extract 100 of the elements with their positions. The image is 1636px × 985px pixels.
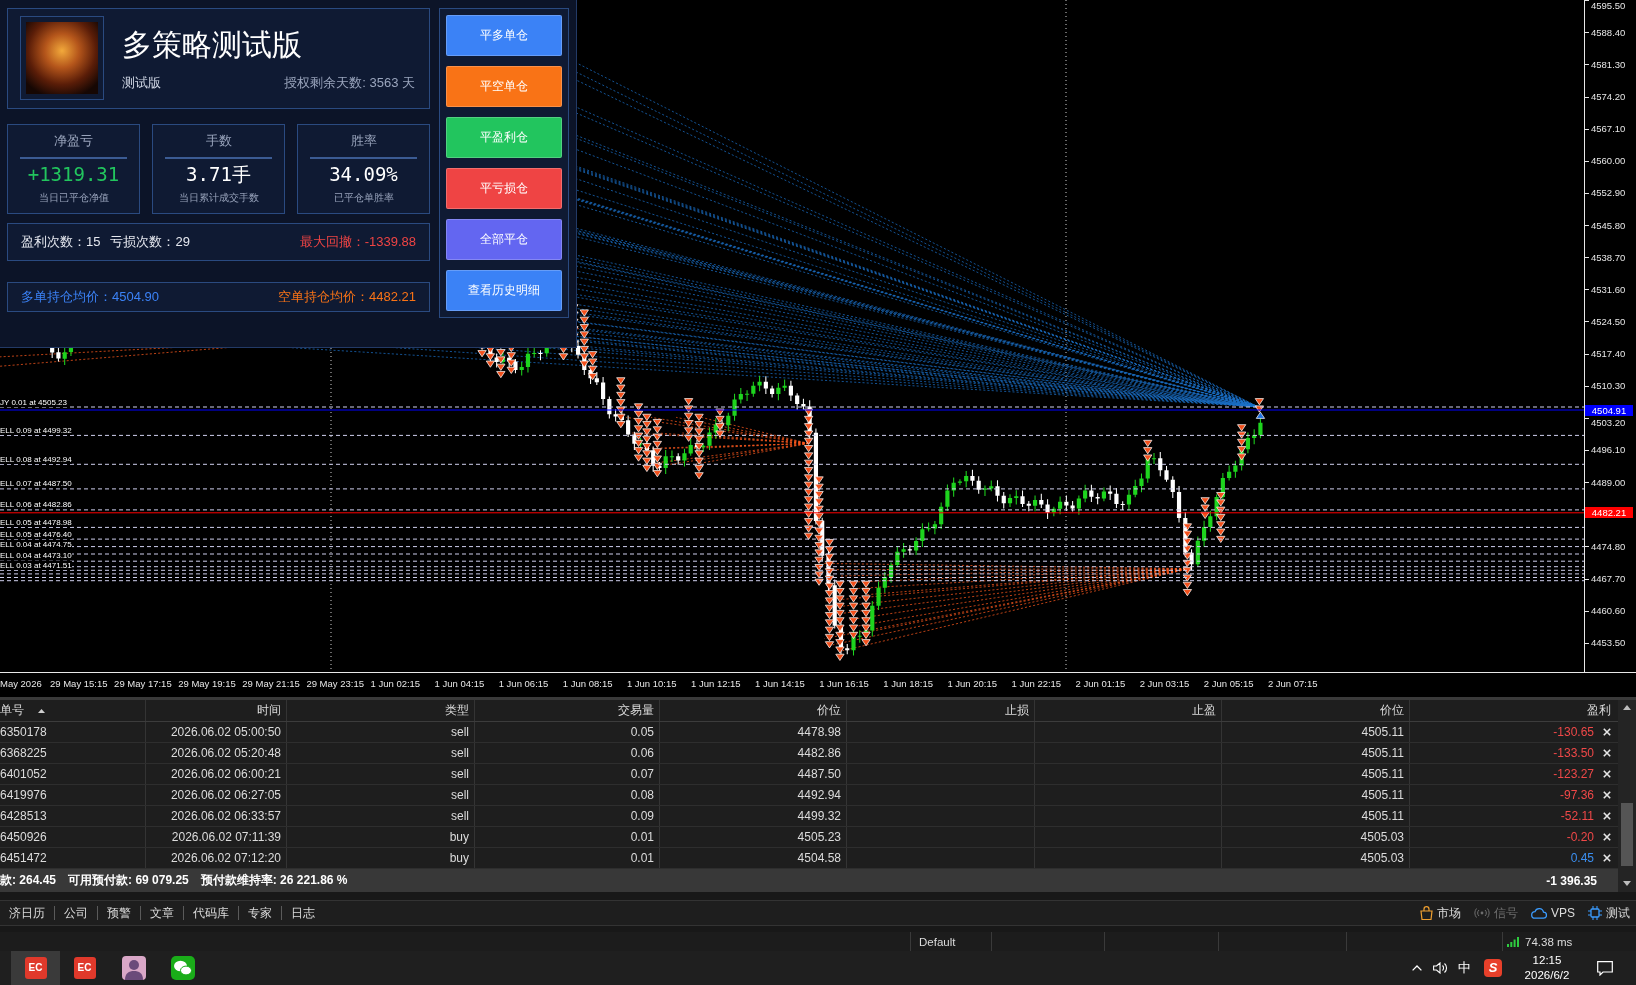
table-cell: sell bbox=[287, 806, 475, 826]
time-label: 2 Jun 03:15 bbox=[1139, 678, 1190, 689]
price-label: 4574.20 bbox=[1591, 91, 1626, 103]
time-label: 29 May 21:15 bbox=[242, 678, 300, 689]
price-label: 4460.60 bbox=[1591, 605, 1626, 617]
price-tag: 4504.91 bbox=[1585, 404, 1633, 416]
close-icon[interactable] bbox=[1603, 770, 1611, 778]
notification-icon[interactable] bbox=[1597, 960, 1613, 976]
speaker-icon[interactable] bbox=[1432, 962, 1448, 974]
order-label: ELL 0.04 at 4474.75 bbox=[0, 540, 72, 550]
table-cell: 4482.86 bbox=[660, 743, 847, 763]
service-link[interactable]: 市场 bbox=[1420, 904, 1461, 922]
profit-value: -97.36 bbox=[1559, 788, 1594, 802]
column-header[interactable]: 类型 bbox=[287, 700, 475, 721]
order-label: ELL 0.07 at 4487.50 bbox=[0, 479, 72, 489]
service-link[interactable]: 测试 bbox=[1588, 904, 1630, 922]
scrollbar[interactable] bbox=[1618, 700, 1636, 892]
toolbox-tab[interactable]: 公司 bbox=[55, 906, 98, 920]
time-label: 1 Jun 16:15 bbox=[819, 678, 869, 689]
order-label: ELL 0.09 at 4499.32 bbox=[0, 425, 72, 435]
table-cell: buy bbox=[287, 848, 475, 868]
chip-icon bbox=[1588, 906, 1602, 920]
clock-date[interactable]: 2026/6/2 bbox=[1524, 968, 1570, 983]
order-label: ELL 0.05 at 4476.40 bbox=[0, 529, 72, 539]
toolbox-tab[interactable]: 专家 bbox=[239, 906, 282, 920]
table-cell: 4505.03 bbox=[1222, 848, 1410, 868]
table-cell: 2026.06.02 05:00:50 bbox=[146, 722, 287, 742]
close-orders-button[interactable]: 平多单仓 bbox=[446, 15, 562, 56]
table-cell: 4504.58 bbox=[660, 848, 847, 868]
taskbar-app-button[interactable]: EC bbox=[60, 951, 109, 985]
toolbox-tab[interactable]: 预警 bbox=[98, 906, 141, 920]
stat-caption: 当日累计成交手数 bbox=[178, 191, 259, 205]
table-cell: 2026.06.02 07:11:39 bbox=[146, 827, 287, 847]
column-header[interactable]: 止盈 bbox=[1035, 700, 1222, 721]
table-cell: 4505.11 bbox=[1222, 806, 1410, 826]
time-label: May 2026 bbox=[0, 678, 42, 689]
table-cell: 2026.06.02 06:27:05 bbox=[146, 785, 287, 805]
order-label: JY 0.01 at 4505.23 bbox=[0, 397, 68, 407]
price-label: 4538.70 bbox=[1591, 251, 1626, 263]
input-method-logo[interactable]: S bbox=[1484, 959, 1502, 977]
signal-bars-icon bbox=[1507, 936, 1519, 947]
sort-ascending-icon bbox=[38, 708, 45, 713]
close-icon[interactable] bbox=[1603, 728, 1611, 736]
taskbar-app-button[interactable]: EC bbox=[11, 951, 60, 985]
service-link[interactable]: VPS bbox=[1531, 906, 1575, 920]
table-cell: 2026.06.02 07:12:20 bbox=[146, 848, 287, 868]
close-orders-button[interactable]: 全部平仓 bbox=[446, 219, 562, 260]
table-cell: 6350178 bbox=[0, 722, 146, 742]
column-header[interactable]: 价位 bbox=[660, 700, 847, 721]
table-cell: 0.01 bbox=[475, 827, 660, 847]
total-profit: -1 396.35 bbox=[1546, 873, 1597, 888]
time-label: 1 Jun 14:15 bbox=[755, 678, 805, 689]
price-label: 4560.00 bbox=[1591, 155, 1626, 167]
time-label: 1 Jun 10:15 bbox=[626, 678, 677, 689]
caret-up-icon[interactable] bbox=[1411, 965, 1422, 971]
price-label: 4531.60 bbox=[1591, 283, 1626, 295]
close-icon[interactable] bbox=[1603, 854, 1611, 862]
loss-count-text: 亏损次数：29 bbox=[110, 233, 190, 251]
price-label: 4524.50 bbox=[1591, 315, 1626, 327]
price-label: 4552.90 bbox=[1591, 187, 1626, 199]
toolbox-tab[interactable]: 济日历 bbox=[0, 906, 55, 920]
close-orders-button[interactable]: 平亏损仓 bbox=[446, 168, 562, 209]
column-header[interactable]: 盈利 bbox=[1410, 700, 1618, 721]
time-label: 29 May 19:15 bbox=[178, 678, 236, 689]
price-tag: 4482.21 bbox=[1585, 507, 1633, 519]
close-icon[interactable] bbox=[1603, 749, 1611, 757]
order-label: ELL 0.03 at 4471.51 bbox=[0, 561, 72, 571]
order-label: ELL 0.05 at 4478.98 bbox=[0, 517, 72, 527]
long-average-price: 多单持仓均价：4504.90 bbox=[21, 288, 159, 306]
license-days-text: 授权剩余天数: 3563 天 bbox=[284, 75, 415, 91]
table-cell: 0.07 bbox=[475, 764, 660, 784]
time-label: 1 Jun 04:15 bbox=[434, 678, 485, 689]
price-label: 4545.80 bbox=[1591, 219, 1626, 231]
column-header[interactable]: 止损 bbox=[847, 700, 1035, 721]
cloud-icon bbox=[1531, 907, 1547, 919]
toolbox-tab[interactable]: 日志 bbox=[282, 906, 324, 920]
clock-time[interactable]: 12:15 bbox=[1532, 953, 1562, 968]
stat-value: 34.09% bbox=[329, 162, 398, 186]
broadcast-icon bbox=[1474, 908, 1490, 918]
close-orders-button[interactable]: 查看历史明细 bbox=[446, 270, 562, 311]
table-cell: 4499.32 bbox=[660, 806, 847, 826]
table-cell: 2026.06.02 06:33:57 bbox=[146, 806, 287, 826]
table-cell: 0.01 bbox=[475, 848, 660, 868]
time-label: 1 Jun 18:15 bbox=[883, 678, 933, 689]
toolbox-tab[interactable]: 代码库 bbox=[184, 906, 239, 920]
price-label: 4503.20 bbox=[1591, 416, 1626, 428]
close-icon[interactable] bbox=[1603, 812, 1611, 820]
column-header[interactable]: 交易量 bbox=[475, 700, 660, 721]
column-header[interactable]: 价位 bbox=[1222, 700, 1410, 721]
column-header[interactable]: 单号 bbox=[0, 700, 146, 721]
time-label: 2 Jun 01:15 bbox=[1075, 678, 1126, 689]
toolbox-tab[interactable]: 文章 bbox=[141, 906, 184, 920]
table-cell: sell bbox=[287, 722, 475, 742]
close-icon[interactable] bbox=[1603, 833, 1611, 841]
profit-value: -52.11 bbox=[1560, 809, 1594, 823]
column-header[interactable]: 时间 bbox=[146, 700, 287, 721]
close-icon[interactable] bbox=[1603, 791, 1611, 799]
table-cell: 6401052 bbox=[0, 764, 146, 784]
input-method-indicator[interactable]: 中 bbox=[1457, 959, 1471, 977]
price-label: 4517.40 bbox=[1591, 348, 1626, 360]
